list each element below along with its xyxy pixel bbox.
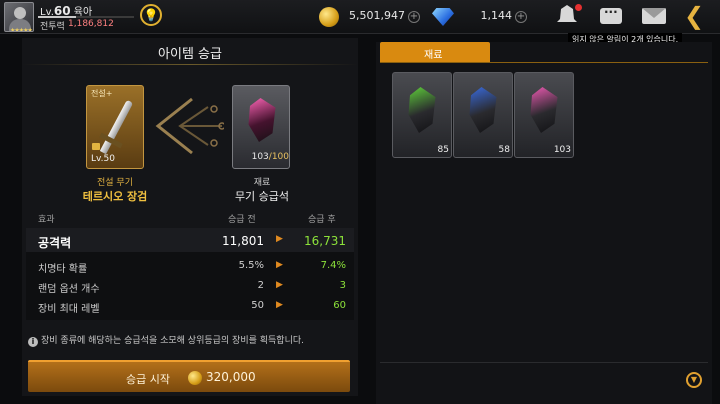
weapon-type: 전설 무기 bbox=[97, 178, 133, 188]
stat-before: 50 bbox=[251, 300, 264, 311]
stat-before: 5.5% bbox=[238, 260, 264, 271]
upgrade-panel: 아이템 승급 전설+ Lv.50 103/100 전설 무기 테르시오 장검 재… bbox=[22, 38, 358, 396]
stat-row: 공격력 11,801 ▶ 16,731 bbox=[26, 228, 354, 252]
arrow-right-icon: ▶ bbox=[276, 234, 283, 244]
upgrade-arrow-icon bbox=[155, 97, 224, 155]
stat-name: 장비 최대 레벨 bbox=[38, 304, 100, 315]
stone-count: 103/100 bbox=[233, 152, 289, 162]
tab-materials-label: 재료 bbox=[424, 50, 443, 61]
header-effect: 효과 bbox=[38, 215, 55, 225]
green-stone-icon bbox=[408, 87, 436, 133]
stat-after: 60 bbox=[333, 300, 346, 311]
material-item[interactable]: 85 bbox=[392, 72, 452, 158]
arrow-right-icon: ▶ bbox=[276, 260, 283, 270]
stat-table: 공격력 11,801 ▶ 16,731 치명타 확률 5.5% ▶ 7.4% 랜… bbox=[26, 228, 354, 320]
panel-divider bbox=[380, 362, 708, 363]
notification-dot bbox=[575, 4, 582, 11]
header-after: 승급 후 bbox=[308, 215, 336, 225]
chat-icon[interactable] bbox=[600, 5, 622, 24]
lightbulb-icon[interactable]: 💡 bbox=[140, 4, 162, 26]
stone-name: 무기 승급석 bbox=[234, 190, 290, 203]
top-bar: ★★★★★ Lv.60 육아 전투력 1,186,812 💡 5,501,947… bbox=[0, 0, 720, 34]
mail-icon[interactable] bbox=[642, 8, 666, 24]
title-divider bbox=[22, 64, 358, 65]
tab-materials[interactable]: 재료 bbox=[380, 42, 490, 62]
tab-divider bbox=[380, 62, 708, 63]
info-icon: i bbox=[28, 337, 38, 347]
stat-after: 16,731 bbox=[304, 234, 346, 248]
avatar-head bbox=[14, 7, 26, 19]
upgrade-stone-icon bbox=[248, 98, 276, 142]
weapon-name: 테르시오 장검 bbox=[82, 190, 148, 203]
pink-stone-icon bbox=[530, 87, 558, 133]
stone-owned: 103 bbox=[251, 152, 269, 162]
diamond-icon bbox=[432, 8, 454, 26]
stat-before: 11,801 bbox=[222, 234, 264, 248]
info-text: 장비 종류에 해당하는 승급석을 소모해 상위등급의 장비를 획득합니다. bbox=[41, 336, 305, 346]
stat-after: 3 bbox=[339, 280, 346, 291]
level-progress-fill bbox=[38, 16, 77, 18]
combat-power-label: 전투력 bbox=[40, 22, 65, 32]
material-qty: 85 bbox=[437, 145, 449, 155]
add-gem-button[interactable]: + bbox=[515, 11, 527, 23]
stat-name: 치명타 확률 bbox=[38, 264, 88, 275]
info-note: i 장비 종류에 해당하는 승급석을 소모해 상위등급의 장비를 획득합니다. bbox=[28, 333, 304, 347]
stat-name: 랜덤 옵션 개수 bbox=[38, 284, 100, 295]
lock-icon bbox=[92, 143, 100, 150]
material-item[interactable]: 58 bbox=[453, 72, 513, 158]
materials-panel: 재료 85 58 103 ▼ bbox=[376, 42, 712, 404]
page-title: 아이템 승급 bbox=[158, 47, 222, 62]
add-gold-button[interactable]: + bbox=[408, 11, 420, 23]
stat-after: 7.4% bbox=[320, 260, 346, 271]
gem-amount: 1,144 bbox=[480, 9, 513, 22]
rank-stars-icon: ★★★★★ bbox=[10, 27, 33, 32]
upgrade-button-label: 승급 시작 bbox=[126, 373, 170, 386]
weapon-grade-tag: 전설+ bbox=[91, 89, 113, 98]
stat-name: 공격력 bbox=[38, 236, 72, 250]
gold-coin-icon bbox=[188, 371, 202, 385]
arrow-right-icon: ▶ bbox=[276, 300, 283, 310]
stone-required: /100 bbox=[268, 152, 289, 162]
header-before: 승급 전 bbox=[228, 215, 256, 225]
start-upgrade-button[interactable]: 승급 시작 320,000 bbox=[28, 360, 350, 392]
blue-stone-icon bbox=[469, 87, 497, 133]
material-item[interactable]: 103 bbox=[514, 72, 574, 158]
scroll-down-icon[interactable]: ▼ bbox=[686, 372, 702, 388]
bell-icon[interactable] bbox=[557, 5, 577, 22]
back-arrow-icon[interactable]: ❮ bbox=[684, 4, 708, 28]
player-avatar[interactable]: ★★★★★ bbox=[4, 2, 34, 32]
arrow-right-icon: ▶ bbox=[276, 280, 283, 290]
level-progress-bar bbox=[38, 16, 134, 18]
stone-type: 재료 bbox=[253, 178, 271, 188]
combat-power-value: 1,186,812 bbox=[68, 19, 114, 29]
upgrade-cost: 320,000 bbox=[206, 370, 256, 384]
stat-table-header: 효과 승급 전 승급 후 bbox=[22, 208, 358, 226]
stat-before: 2 bbox=[257, 280, 264, 291]
stat-row: 랜덤 옵션 개수 2 ▶ 3 bbox=[26, 277, 354, 295]
weapon-level: Lv.50 bbox=[91, 154, 115, 164]
stat-row: 치명타 확률 5.5% ▶ 7.4% bbox=[26, 257, 354, 275]
weapon-slot[interactable]: 전설+ Lv.50 bbox=[86, 85, 144, 169]
material-qty: 103 bbox=[553, 145, 571, 155]
gold-amount: 5,501,947 bbox=[349, 9, 405, 22]
material-qty: 58 bbox=[498, 145, 510, 155]
gold-coin-icon bbox=[319, 7, 339, 27]
stat-row: 장비 최대 레벨 50 ▶ 60 bbox=[26, 297, 354, 315]
upgrade-stone-slot[interactable]: 103/100 bbox=[232, 85, 290, 169]
